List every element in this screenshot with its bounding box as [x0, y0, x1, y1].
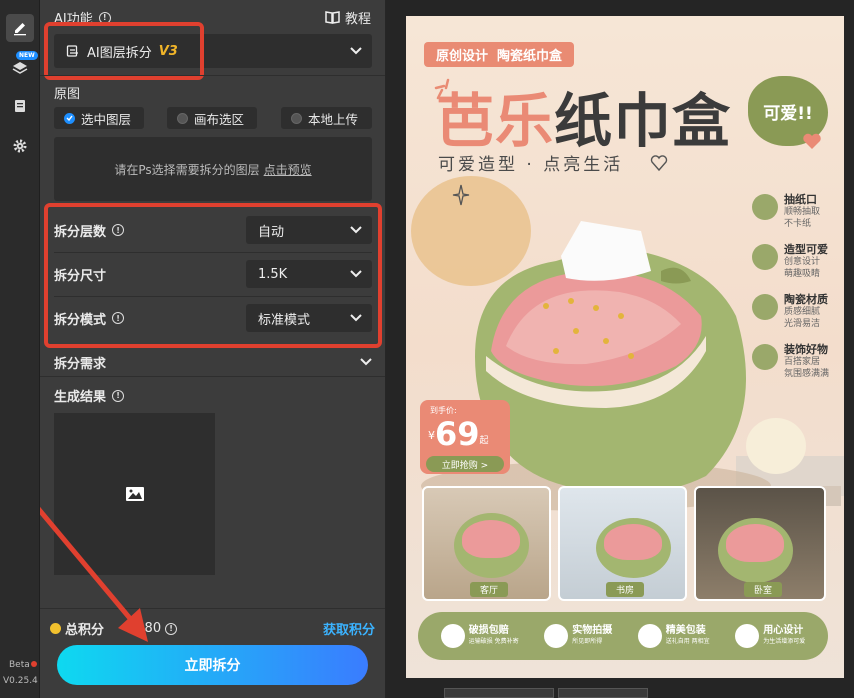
ai-panel: AI功能 ! 教程 AI图层拆分 V3 原图 选中图层 画布选区 本地上传 请在… — [40, 0, 385, 698]
feature-list: 抽纸口 顺畅抽取 不卡纸 造型可爱 创意设计 萌趣吸睛 陶瓷材质 质感细腻 光滑易洁 装饰好… — [752, 194, 842, 380]
beta-dot — [31, 661, 37, 667]
highlight-box-params — [44, 203, 382, 348]
star-sparkle-icon — [452, 184, 470, 206]
radio-dot — [291, 112, 302, 124]
buy-button[interactable]: 立即抢购 > — [426, 456, 504, 472]
scene-living-room: 客厅 — [422, 486, 551, 601]
service-item: 用心设计 为生活增添可爱 — [735, 624, 805, 648]
poster-subtitle: 可爱造型 · 点亮生活 — [438, 155, 624, 175]
service-item: 精美包装 送礼自用 两相宜 — [637, 624, 710, 648]
feature-item: 陶瓷材质 质感细腻 光滑易洁 — [752, 294, 842, 330]
preview-link[interactable]: 点击预览 — [264, 161, 312, 178]
camera-icon — [544, 624, 569, 648]
shield-icon — [440, 624, 465, 648]
submit-button[interactable]: 立即拆分 — [57, 645, 368, 685]
canvas-tab-1[interactable] — [444, 688, 554, 698]
tissue-icon — [752, 194, 778, 220]
poster-tag: 原创设计 陶瓷纸巾盒 — [424, 42, 575, 67]
tutorial-link[interactable]: 教程 — [325, 8, 371, 27]
get-points-link[interactable]: 获取积分 — [323, 619, 375, 638]
layers-icon — [12, 62, 28, 74]
sparkle-icon — [752, 344, 778, 370]
rail-settings-button[interactable] — [6, 132, 34, 160]
service-item: 破损包赔 运输破损 免费补寄 — [440, 624, 519, 648]
scene-study: 书房 — [558, 486, 687, 601]
rail-edit-button[interactable] — [6, 14, 34, 42]
radio-selected-layer[interactable]: 选中图层 — [54, 107, 144, 129]
demand-row[interactable]: 拆分需求 — [54, 351, 372, 373]
tool-rail: NEW Beta V0.25.4 — [0, 0, 40, 698]
heart-icon — [735, 624, 760, 648]
source-title: 原图 — [54, 87, 81, 102]
rail-layers-button[interactable]: NEW — [6, 51, 38, 82]
source-preview-box: 请在Ps选择需要拆分的图层 点击预览 — [54, 137, 372, 201]
app-window: NEW Beta V0.25.4 AI功能 ! 教程 AI图层拆分 V3 原图 … — [0, 0, 854, 698]
service-bar: 破损包赔 运输破损 免费补寄 实物拍摄 所见即所得 精美包装 送礼自用 两相宜 用心设… — [418, 612, 828, 660]
feature-item: 装饰好物 百搭家居 氛围感满满 — [752, 344, 842, 380]
heart-outline-icon — [650, 155, 668, 172]
radio-canvas-selection[interactable]: 画布选区 — [167, 107, 257, 129]
radio-local-upload[interactable]: 本地上传 — [281, 107, 372, 129]
guava-icon — [752, 244, 778, 270]
poster-canvas: 原创设计 陶瓷纸巾盒 芭乐 纸巾盒 可爱!! 可爱造型 · 点亮生活 抽纸口 顺畅… — [406, 16, 844, 678]
feature-item: 抽纸口 顺畅抽取 不卡纸 — [752, 194, 842, 230]
scene-bedroom: 卧室 — [694, 486, 826, 601]
chevron-down-icon — [350, 47, 362, 55]
radio-check-icon — [64, 112, 75, 124]
red-arrow-annotation — [40, 506, 148, 642]
chevron-down-icon — [360, 358, 372, 366]
result-heading: 生成结果 ! — [54, 386, 125, 405]
price-value: 69 — [435, 415, 480, 453]
ceramic-icon — [752, 294, 778, 320]
clipboard-icon — [15, 100, 25, 112]
info-icon[interactable]: ! — [112, 389, 125, 402]
poster-title: 芭乐 纸巾盒 — [436, 87, 732, 155]
gift-icon — [637, 624, 662, 648]
canvas-tab-2[interactable] — [558, 688, 648, 698]
divider — [40, 75, 385, 76]
highlight-box-feature — [44, 22, 204, 80]
divider — [40, 376, 385, 377]
radio-dot — [177, 112, 188, 124]
book-icon — [325, 11, 340, 24]
service-item: 实物拍摄 所见即所得 — [544, 624, 612, 648]
beta-label: Beta — [9, 660, 30, 670]
version-label: V0.25.4 — [3, 676, 38, 686]
heart-decoration — [803, 133, 821, 149]
new-badge: NEW — [16, 51, 38, 60]
feature-item: 造型可爱 创意设计 萌趣吸睛 — [752, 244, 842, 280]
gear-icon — [13, 139, 27, 153]
pencil-icon — [14, 23, 26, 36]
rail-clipboard-button[interactable] — [6, 92, 34, 120]
